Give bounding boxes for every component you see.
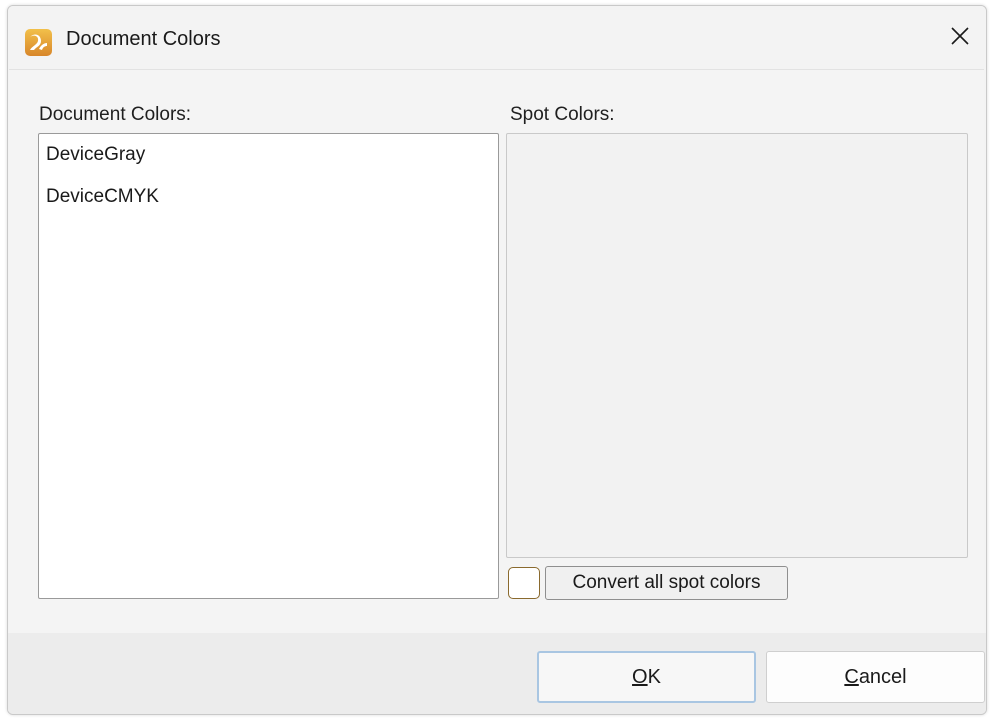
ok-button[interactable]: OK <box>537 651 756 703</box>
spot-colors-label: Spot Colors: <box>510 104 615 125</box>
title-bar: Document Colors <box>8 6 986 69</box>
cancel-mnemonic: C <box>844 665 859 688</box>
dialog-footer: OK Cancel <box>8 633 986 714</box>
window-title: Document Colors <box>66 28 221 50</box>
close-button[interactable] <box>938 18 982 58</box>
cancel-label-rest: ancel <box>858 665 907 688</box>
list-item-devicegray[interactable]: DeviceGray <box>46 144 145 166</box>
spot-colors-list[interactable] <box>506 133 968 558</box>
convert-spot-colors-checkbox[interactable] <box>508 567 540 599</box>
cancel-button[interactable]: Cancel <box>766 651 985 703</box>
ok-mnemonic: O <box>632 665 648 688</box>
convert-all-spot-colors-button[interactable]: Convert all spot colors <box>545 566 788 600</box>
ok-label-rest: K <box>647 665 661 688</box>
list-item-devicecmyk[interactable]: DeviceCMYK <box>46 186 159 208</box>
close-icon <box>950 26 970 51</box>
document-colors-dialog: Document Colors Document Colors: Spot Co… <box>7 5 987 715</box>
document-colors-list[interactable]: DeviceGray DeviceCMYK <box>38 133 499 599</box>
app-logo-icon <box>25 29 52 56</box>
content-panel: Document Colors: Spot Colors: DeviceGray… <box>9 69 984 634</box>
document-colors-label: Document Colors: <box>39 104 192 125</box>
